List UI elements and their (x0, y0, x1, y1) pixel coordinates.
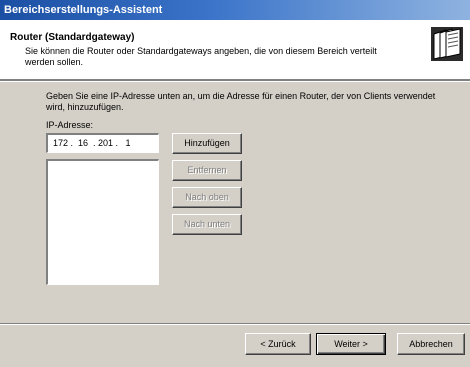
wizard-pages-icon (431, 27, 463, 61)
instructions-text: Geben Sie eine IP-Adresse unten an, um d… (46, 91, 436, 112)
move-up-button[interactable]: Nach oben (172, 187, 242, 208)
page-title: Router (Standardgateway) (10, 32, 135, 43)
router-list[interactable] (46, 159, 159, 285)
remove-button[interactable]: Entfernen (172, 160, 242, 181)
cancel-button[interactable]: Abbrechen (397, 333, 465, 355)
back-button[interactable]: < Zurück (245, 333, 311, 355)
window-title: Bereichserstellungs-Assistent (4, 4, 163, 16)
page-subtitle: Sie können die Router oder Standardgatew… (25, 46, 377, 67)
add-button[interactable]: Hinzufügen (172, 133, 242, 154)
ip-address-label: IP-Adresse: (46, 120, 94, 130)
wizard-header: Router (Standardgateway) Sie können die … (0, 20, 470, 80)
header-divider (0, 80, 470, 82)
footer-divider (0, 323, 470, 325)
wizard-window: Bereichserstellungs-Assistent Router (St… (0, 0, 470, 367)
move-down-button[interactable]: Nach unten (172, 214, 242, 235)
title-bar[interactable]: Bereichserstellungs-Assistent (0, 0, 470, 20)
next-button[interactable]: Weiter > (316, 333, 386, 355)
ip-address-input[interactable]: 172 . 16 . 201 . 1 (46, 133, 159, 153)
